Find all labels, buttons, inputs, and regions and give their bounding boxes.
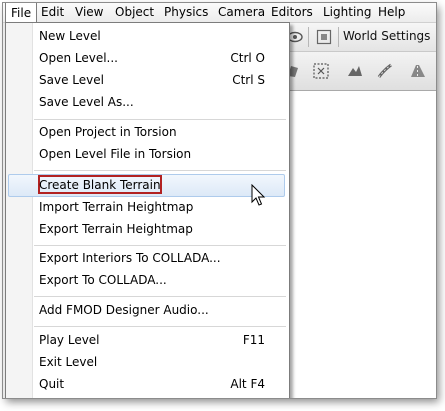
menu-item-label: Open Level... [39, 51, 118, 65]
menu-item-export-collada[interactable]: Export To COLLADA... [8, 270, 285, 291]
menu-camera[interactable]: Camera [213, 3, 270, 22]
menu-item-play-level[interactable]: Play Level F11 [8, 330, 285, 351]
menu-item-label: Play Level [39, 333, 100, 347]
menu-item-create-blank-terrain[interactable]: Create Blank Terrain [8, 174, 285, 197]
menu-file[interactable]: File [5, 3, 38, 23]
menu-item-label: Export To COLLADA... [39, 273, 167, 287]
menu-item-label: Open Level File in Torsion [39, 147, 192, 161]
menu-editors[interactable]: Editors [266, 3, 318, 22]
menu-help[interactable]: Help [373, 3, 410, 22]
menu-item-open-project-torsion[interactable]: Open Project in Torsion [8, 122, 285, 143]
menu-separator [34, 245, 286, 247]
camera-frame-icon[interactable] [314, 27, 334, 47]
menu-item-export-interiors-collada[interactable]: Export Interiors To COLLADA... [8, 248, 285, 269]
menu-item-label: Export Interiors To COLLADA... [39, 251, 221, 265]
road-tool-icon[interactable] [375, 61, 395, 81]
file-menu-dropdown: New Level Open Level... Ctrl O Save Leve… [5, 22, 290, 398]
menu-object[interactable]: Object [110, 3, 159, 22]
menu-item-label: Export Terrain Heightmap [39, 222, 193, 236]
menu-separator [34, 170, 286, 172]
mouse-cursor-icon [251, 184, 266, 206]
menu-item-label: Quit [39, 377, 65, 391]
select-box-icon[interactable] [311, 61, 331, 81]
menu-item-shortcut: F11 [242, 333, 265, 347]
menu-item-open-level-file-torsion[interactable]: Open Level File in Torsion [8, 144, 285, 165]
toolbar-tools [281, 52, 436, 91]
menu-item-save-level[interactable]: Save Level Ctrl S [8, 70, 285, 91]
menu-item-add-fmod-audio[interactable]: Add FMOD Designer Audio... [8, 300, 285, 321]
menu-item-shortcut: Ctrl O [230, 51, 265, 65]
menu-item-quit[interactable]: Quit Alt F4 [8, 374, 285, 395]
menu-item-label: Import Terrain Heightmap [39, 200, 194, 214]
menu-item-save-level-as[interactable]: Save Level As... [8, 92, 285, 113]
menu-item-label: New Level [39, 29, 101, 43]
menu-item-new-level[interactable]: New Level [8, 26, 285, 47]
viewport[interactable] [281, 91, 436, 398]
menu-item-import-terrain-heightmap[interactable]: Import Terrain Heightmap [8, 197, 285, 218]
menu-item-exit-level[interactable]: Exit Level [8, 352, 285, 373]
menu-edit[interactable]: Edit [36, 3, 69, 22]
menu-item-label: Save Level [39, 73, 104, 87]
menu-item-shortcut: Ctrl S [232, 73, 265, 87]
menu-separator [34, 119, 286, 121]
menu-item-export-terrain-heightmap[interactable]: Export Terrain Heightmap [8, 219, 285, 240]
world-settings-button[interactable]: World Settings [343, 29, 430, 43]
menu-bar: File Edit View Object Physics Camera Edi… [3, 3, 436, 23]
menu-item-label: Add FMOD Designer Audio... [39, 303, 209, 317]
menu-separator [34, 326, 286, 328]
menu-item-shortcut: Alt F4 [230, 377, 265, 391]
menu-item-label: Open Project in Torsion [39, 125, 177, 139]
terrain-brush-icon[interactable] [345, 61, 365, 81]
menu-item-open-level[interactable]: Open Level... Ctrl O [8, 48, 285, 69]
mesh-road-icon[interactable] [408, 61, 428, 81]
menu-item-label: Save Level As... [39, 95, 134, 109]
menu-physics[interactable]: Physics [159, 3, 213, 22]
menu-item-label: Create Blank Terrain [39, 178, 161, 192]
menu-lighting[interactable]: Lighting [318, 3, 377, 22]
menu-separator [34, 296, 286, 298]
toolbar-top: World Settings [281, 23, 436, 52]
editor-window: File Edit View Object Physics Camera Edi… [2, 2, 437, 399]
menu-view[interactable]: View [70, 3, 108, 22]
menu-item-label: Exit Level [39, 355, 98, 369]
